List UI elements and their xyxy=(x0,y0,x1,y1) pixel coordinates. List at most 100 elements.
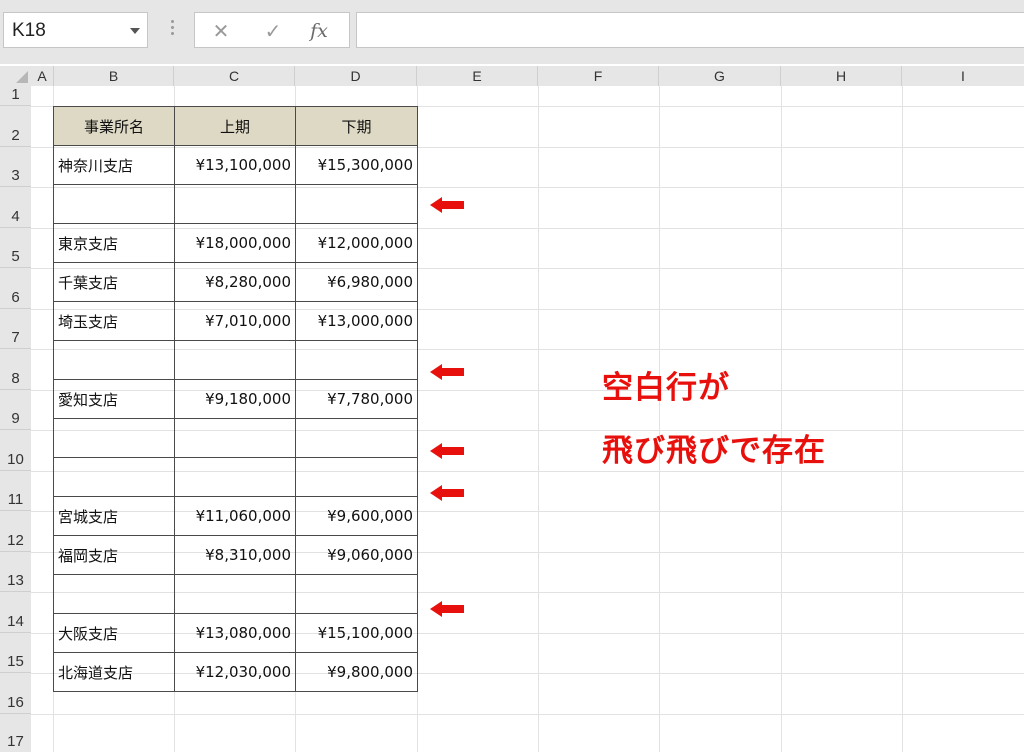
cell-first-half[interactable] xyxy=(174,418,296,458)
cell-first-half[interactable]: ¥7,010,000 xyxy=(174,301,296,341)
table-row: 宮城支店 ¥11,060,000 ¥9,600,000 xyxy=(53,496,418,536)
row-header-13[interactable]: 13 xyxy=(0,552,31,592)
row-header-4[interactable]: 4 xyxy=(0,187,31,228)
cell-office[interactable]: 福岡支店 xyxy=(53,535,175,575)
row-header-2[interactable]: 2 xyxy=(0,106,31,147)
row-header-16[interactable]: 16 xyxy=(0,673,31,714)
row-header-6[interactable]: 6 xyxy=(0,268,31,309)
row-header-8[interactable]: 8 xyxy=(0,349,31,390)
row-header-11[interactable]: 11 xyxy=(0,471,31,511)
table-row xyxy=(53,418,418,458)
table-row: 福岡支店 ¥8,310,000 ¥9,060,000 xyxy=(53,535,418,575)
cell-second-half[interactable]: ¥12,000,000 xyxy=(295,223,418,263)
table-row: 埼玉支店 ¥7,010,000 ¥13,000,000 xyxy=(53,301,418,341)
column-header-f[interactable]: F xyxy=(538,66,659,86)
column-header-a[interactable]: A xyxy=(31,66,54,86)
header-first-half[interactable]: 上期 xyxy=(174,106,296,146)
cell-first-half[interactable]: ¥12,030,000 xyxy=(174,652,296,692)
table-row: 愛知支店 ¥9,180,000 ¥7,780,000 xyxy=(53,379,418,419)
insert-function-button[interactable]: fx xyxy=(301,17,337,45)
chevron-down-icon[interactable] xyxy=(130,28,140,34)
header-second-half[interactable]: 下期 xyxy=(295,106,418,146)
check-icon[interactable]: ✓ xyxy=(255,17,291,45)
cell-office[interactable] xyxy=(53,418,175,458)
formula-input[interactable] xyxy=(356,12,1024,48)
row-header-9[interactable]: 9 xyxy=(0,390,31,430)
left-arrow-icon xyxy=(430,601,464,617)
column-header-i[interactable]: I xyxy=(902,66,1024,86)
left-arrow-icon xyxy=(430,443,464,459)
cell-office[interactable] xyxy=(53,457,175,497)
row-header-1[interactable]: 1 xyxy=(0,86,31,106)
table-row: 千葉支店 ¥8,280,000 ¥6,980,000 xyxy=(53,262,418,302)
cell-office[interactable]: 大阪支店 xyxy=(53,613,175,653)
branch-sales-table: 事業所名 上期 下期 神奈川支店 ¥13,100,000 ¥15,300,000 東… xyxy=(53,106,418,692)
cell-office[interactable] xyxy=(53,340,175,380)
cell-second-half[interactable]: ¥13,000,000 xyxy=(295,301,418,341)
cell-second-half[interactable]: ¥9,800,000 xyxy=(295,652,418,692)
cell-office[interactable]: 宮城支店 xyxy=(53,496,175,536)
cell-second-half[interactable] xyxy=(295,184,418,224)
cell-second-half[interactable] xyxy=(295,418,418,458)
cell-second-half[interactable]: ¥9,060,000 xyxy=(295,535,418,575)
cell-office[interactable]: 埼玉支店 xyxy=(53,301,175,341)
row-header-17[interactable]: 17 xyxy=(0,714,31,752)
cell-first-half[interactable]: ¥9,180,000 xyxy=(174,379,296,419)
cell-first-half[interactable]: ¥11,060,000 xyxy=(174,496,296,536)
row-header-3[interactable]: 3 xyxy=(0,147,31,187)
cell-office[interactable]: 愛知支店 xyxy=(53,379,175,419)
cell-first-half[interactable] xyxy=(174,574,296,614)
cell-second-half[interactable]: ¥7,780,000 xyxy=(295,379,418,419)
column-header-c[interactable]: C xyxy=(174,66,295,86)
cell-first-half[interactable] xyxy=(174,184,296,224)
column-header-d[interactable]: D xyxy=(295,66,417,86)
row-header-14[interactable]: 14 xyxy=(0,592,31,633)
left-arrow-icon xyxy=(430,485,464,501)
formula-buttons: ✕ ✓ fx xyxy=(194,12,350,48)
row-header-12[interactable]: 12 xyxy=(0,511,31,552)
cell-first-half[interactable]: ¥8,280,000 xyxy=(174,262,296,302)
cell-second-half[interactable]: ¥15,100,000 xyxy=(295,613,418,653)
cell-second-half[interactable] xyxy=(295,457,418,497)
cell-first-half[interactable]: ¥8,310,000 xyxy=(174,535,296,575)
select-all-corner[interactable] xyxy=(0,66,31,86)
column-header-e[interactable]: E xyxy=(417,66,538,86)
cell-first-half[interactable]: ¥13,080,000 xyxy=(174,613,296,653)
cell-second-half[interactable]: ¥15,300,000 xyxy=(295,145,418,185)
table-row xyxy=(53,184,418,224)
annotation-line-1: 空白行が xyxy=(602,370,730,406)
left-arrow-icon xyxy=(430,197,464,213)
cell-office[interactable]: 神奈川支店 xyxy=(53,145,175,185)
cell-first-half[interactable] xyxy=(174,340,296,380)
cell-office[interactable]: 千葉支店 xyxy=(53,262,175,302)
row-header-7[interactable]: 7 xyxy=(0,309,31,349)
column-header-g[interactable]: G xyxy=(659,66,781,86)
name-box[interactable]: K18 xyxy=(3,12,148,48)
cell-office[interactable] xyxy=(53,184,175,224)
cell-second-half[interactable]: ¥6,980,000 xyxy=(295,262,418,302)
formula-bar: K18 ✕ ✓ fx xyxy=(0,0,1024,64)
cell-first-half[interactable] xyxy=(174,457,296,497)
cell-second-half[interactable]: ¥9,600,000 xyxy=(295,496,418,536)
cell-first-half[interactable]: ¥13,100,000 xyxy=(174,145,296,185)
cell-office[interactable]: 東京支店 xyxy=(53,223,175,263)
header-office-name[interactable]: 事業所名 xyxy=(53,106,175,146)
cell-office[interactable]: 北海道支店 xyxy=(53,652,175,692)
cell-second-half[interactable] xyxy=(295,574,418,614)
row-header-15[interactable]: 15 xyxy=(0,633,31,673)
name-box-value: K18 xyxy=(12,20,46,41)
row-header-5[interactable]: 5 xyxy=(0,228,31,268)
cancel-icon[interactable]: ✕ xyxy=(203,17,239,45)
annotation-line-2: 飛び飛びで存在 xyxy=(602,433,826,469)
table-row xyxy=(53,340,418,380)
column-header-b[interactable]: B xyxy=(54,66,174,86)
cell-second-half[interactable] xyxy=(295,340,418,380)
table-row xyxy=(53,574,418,614)
select-all-icon xyxy=(16,71,28,83)
column-header-h[interactable]: H xyxy=(781,66,902,86)
cell-first-half[interactable]: ¥18,000,000 xyxy=(174,223,296,263)
row-header-10[interactable]: 10 xyxy=(0,430,31,471)
table-row: 北海道支店 ¥12,030,000 ¥9,800,000 xyxy=(53,652,418,692)
formula-bar-resize-handle[interactable] xyxy=(171,20,174,40)
cell-office[interactable] xyxy=(53,574,175,614)
